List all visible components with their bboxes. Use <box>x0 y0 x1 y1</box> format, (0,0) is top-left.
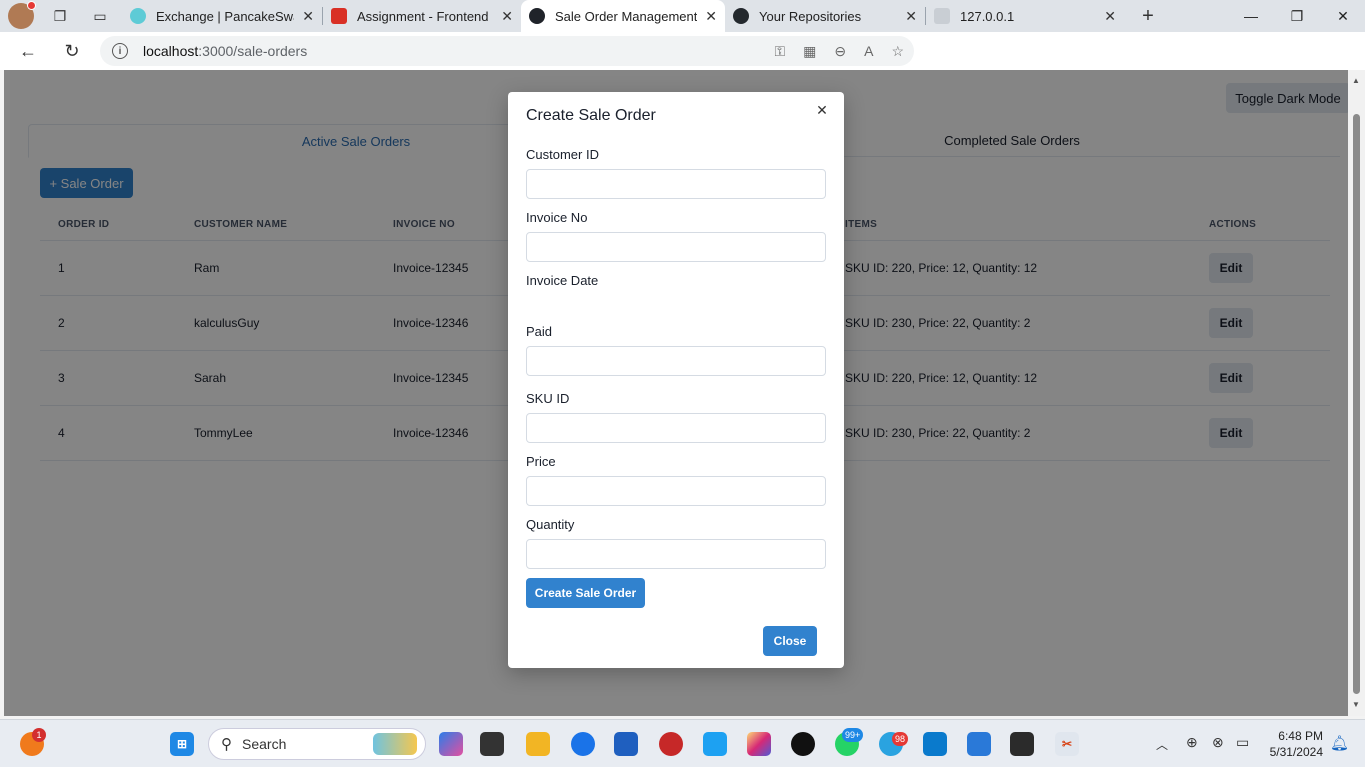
file-explorer-icon[interactable] <box>526 732 550 756</box>
notification-bell-icon[interactable]: 🔔︎ <box>1330 734 1349 752</box>
vscode-icon[interactable] <box>923 732 947 756</box>
page-icon <box>934 8 950 24</box>
close-icon[interactable]: ✕ <box>813 101 831 119</box>
paid-label: Paid <box>526 324 553 339</box>
snipping-tool-icon[interactable]: ✂ <box>1055 732 1079 756</box>
network-icon[interactable]: ⊗ <box>1212 734 1224 751</box>
search-highlight-icon <box>373 733 417 755</box>
instagram-icon[interactable] <box>747 732 771 756</box>
read-aloud-icon[interactable]: A <box>864 43 873 59</box>
url-bar[interactable]: i localhost:3000/sale-orders ⚿ ▦ ⊖ A ☆ <box>100 36 914 66</box>
taskbar-search[interactable]: ⚲ Search <box>208 728 426 760</box>
paid-input[interactable] <box>526 346 826 376</box>
notification-badge: 1 <box>32 728 46 742</box>
price-label: Price <box>526 454 556 469</box>
customer-id-label: Customer ID <box>526 147 599 162</box>
invoice-no-input[interactable] <box>526 232 826 262</box>
app-green-bolt-icon[interactable] <box>791 732 815 756</box>
sku-id-input[interactable] <box>526 413 826 443</box>
close-tab-icon[interactable]: ✕ <box>501 8 513 25</box>
omnibox-actions: ⚿ ▦ ⊖ A ☆ <box>774 36 904 66</box>
close-tab-icon[interactable]: ✕ <box>1104 8 1116 25</box>
clock-time: 6:48 PM <box>1278 729 1323 743</box>
store-icon[interactable] <box>614 732 638 756</box>
refresh-icon[interactable]: ↻ <box>52 32 92 70</box>
quantity-input[interactable] <box>526 539 826 569</box>
task-view-icon[interactable] <box>480 732 504 756</box>
notepad-icon[interactable] <box>967 732 991 756</box>
start-windows-icon[interactable]: ⊞ <box>170 732 194 756</box>
taskbar-clock[interactable]: 6:48 PM 5/31/2024 <box>1270 728 1323 760</box>
url-host: localhost <box>143 43 199 59</box>
page-scrollbar[interactable]: ▲ ▼ <box>1348 70 1365 716</box>
copilot-taskbar-icon[interactable] <box>439 732 463 756</box>
customer-id-input[interactable] <box>526 169 826 199</box>
battery-icon[interactable]: ▭ <box>1236 734 1249 751</box>
chevron-up-icon[interactable]: ︿ <box>1156 736 1168 753</box>
profile-avatar[interactable] <box>8 1 36 29</box>
quantity-label: Quantity <box>526 517 575 532</box>
zoom-out-icon[interactable]: ⊖ <box>834 43 846 60</box>
invoice-no-label: Invoice No <box>526 210 588 225</box>
workspaces-icon[interactable]: ❐ <box>44 0 76 32</box>
profile-notification-dot <box>27 1 36 10</box>
invoice-date-label: Invoice Date <box>526 273 599 288</box>
back-icon[interactable]: ← <box>8 32 48 70</box>
tab-pancakeswap[interactable]: Exchange | PancakeSwap ✕ <box>122 0 322 32</box>
url-path: :3000/sale-orders <box>198 43 308 59</box>
search-label: Search <box>242 736 287 752</box>
edge-icon[interactable] <box>571 732 595 756</box>
create-sale-order-modal: Create Sale Order ✕ Customer ID Invoice … <box>508 92 844 668</box>
search-icon: ⚲ <box>221 736 232 753</box>
tab-localhost-ip[interactable]: 127.0.0.1 ✕ <box>926 0 1124 32</box>
language-icon[interactable]: ⊕ <box>1186 734 1198 751</box>
sku-id-label: SKU ID <box>526 391 570 406</box>
site-info-icon[interactable]: i <box>112 43 128 59</box>
scroll-down-icon[interactable]: ▼ <box>1352 700 1360 709</box>
windows-taskbar: 1 ⊞ ⚲ Search 99+ 98 ✂ ︿ ⊕ ⊗ ▭ 6:48 PM 5/… <box>0 719 1365 767</box>
scroll-up-icon[interactable]: ▲ <box>1352 76 1360 85</box>
key-icon[interactable]: ⚿ <box>774 43 785 60</box>
close-tab-icon[interactable]: ✕ <box>905 8 917 25</box>
restore-icon[interactable]: ❐ <box>1274 0 1320 32</box>
react-icon <box>529 8 545 24</box>
minimize-icon[interactable]: — <box>1228 0 1274 32</box>
tab-assignment[interactable]: Assignment - Frontend De ✕ <box>323 0 521 32</box>
tab-actions-icon[interactable]: ▭ <box>84 0 116 32</box>
close-tab-icon[interactable]: ✕ <box>302 8 314 25</box>
github-icon <box>733 8 749 24</box>
new-tab-icon[interactable]: + <box>1132 0 1164 32</box>
tab-sale-order-management[interactable]: Sale Order Management S ✕ <box>521 0 725 32</box>
tab-your-repositories[interactable]: Your Repositories ✕ <box>725 0 925 32</box>
app-red-icon[interactable] <box>659 732 683 756</box>
clock-date: 5/31/2024 <box>1269 745 1323 759</box>
close-window-icon[interactable]: ✕ <box>1320 0 1365 32</box>
scrollbar-thumb[interactable] <box>1353 114 1360 694</box>
terminal-icon[interactable] <box>1010 732 1034 756</box>
browser-tab-bar: ❐ ▭ Exchange | PancakeSwap ✕ Assignment … <box>0 0 1365 32</box>
telegram-badge: 98 <box>892 732 909 746</box>
apps-icon[interactable]: ▦ <box>803 43 816 60</box>
twitter-icon[interactable] <box>703 732 727 756</box>
create-sale-order-button[interactable]: Create Sale Order <box>526 578 645 608</box>
favorite-star-icon[interactable]: ☆ <box>891 43 904 60</box>
close-modal-button[interactable]: Close <box>763 626 817 656</box>
address-bar-row: ← ↻ i localhost:3000/sale-orders ⚿ ▦ ⊖ A… <box>0 32 1365 94</box>
close-tab-icon[interactable]: ✕ <box>705 8 717 25</box>
pancakeswap-icon <box>130 8 146 24</box>
whatsapp-badge: 99+ <box>842 728 864 742</box>
price-input[interactable] <box>526 476 826 506</box>
modal-title: Create Sale Order <box>526 107 656 124</box>
pdf-icon <box>331 8 347 24</box>
